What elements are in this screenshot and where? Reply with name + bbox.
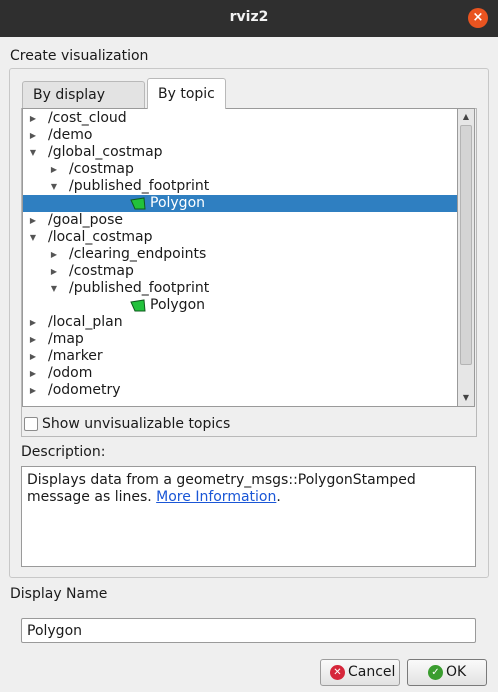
tree-row-label: /costmap [69, 161, 134, 177]
tree-row[interactable]: ▶ /local_plan [23, 314, 457, 331]
tree-row-label: /odom [48, 365, 93, 381]
expand-arrow-right-icon[interactable]: ▶ [49, 263, 59, 280]
tree-row[interactable]: ▶ /odom [23, 365, 457, 382]
tree-row-label: /global_costmap [48, 144, 163, 160]
tree-row[interactable]: Polygon [23, 195, 457, 212]
expand-arrow-down-icon[interactable]: ▼ [49, 280, 59, 297]
display-name-input[interactable] [21, 618, 476, 643]
tree-row-label: /marker [48, 348, 103, 364]
expand-arrow-down-icon[interactable]: ▼ [49, 178, 59, 195]
ok-icon: ✓ [428, 665, 443, 680]
tree-row[interactable]: ▶ /cost_cloud [23, 110, 457, 127]
scrollbar-thumb[interactable] [460, 125, 472, 365]
tree-row[interactable]: ▶ /marker [23, 348, 457, 365]
tree-row-label: /local_plan [48, 314, 123, 330]
topic-tree[interactable]: ▶/cost_cloud ▶/demo ▼/global_costmap ▶/cost… [22, 108, 458, 407]
scroll-down-icon[interactable]: ▼ [458, 391, 474, 405]
expand-arrow-down-icon[interactable]: ▼ [28, 144, 38, 161]
polygon-icon [130, 197, 146, 210]
tree-row-label: Polygon [150, 297, 206, 313]
tree-row-label: /cost_cloud [48, 110, 127, 126]
cancel-icon: ✕ [330, 665, 345, 680]
tree-row[interactable]: ▶ /goal_pose [23, 212, 457, 229]
cancel-button-label: Cancel [348, 664, 396, 680]
show-unvisualizable-label[interactable]: Show unvisualizable topics [42, 416, 230, 432]
window-titlebar: rviz2 × [0, 0, 498, 37]
section-title: Create visualization [10, 48, 149, 64]
display-name-label: Display Name [10, 586, 108, 602]
expand-arrow-right-icon[interactable]: ▶ [28, 382, 38, 399]
expand-arrow-right-icon[interactable]: ▶ [28, 110, 38, 127]
tree-row[interactable]: ▶ /clearing_endpoints [23, 246, 457, 263]
expand-arrow-right-icon[interactable]: ▶ [28, 331, 38, 348]
expand-arrow-right-icon[interactable]: ▶ [28, 348, 38, 365]
tree-row-label: /map [48, 331, 84, 347]
tree-row-label: /clearing_endpoints [69, 246, 207, 262]
expand-arrow-right-icon[interactable]: ▶ [28, 212, 38, 229]
tree-row[interactable]: ▼ /global_costmap [23, 144, 457, 161]
tree-row[interactable]: ▼ /published_footprint [23, 280, 457, 297]
scroll-up-icon[interactable]: ▲ [458, 110, 474, 124]
window-title: rviz2 [229, 9, 269, 25]
tree-row-label: Polygon [150, 195, 206, 211]
close-icon[interactable]: × [468, 8, 488, 28]
tree-row[interactable]: ▶ /demo [23, 127, 457, 144]
ok-button[interactable]: ✓ OK [407, 659, 487, 686]
tree-row[interactable]: ▼ /published_footprint [23, 178, 457, 195]
tree-row[interactable]: ▶ /odometry [23, 382, 457, 399]
expand-arrow-right-icon[interactable]: ▶ [28, 365, 38, 382]
expand-arrow-right-icon[interactable]: ▶ [49, 246, 59, 263]
tree-row-label: /published_footprint [69, 280, 210, 296]
expand-arrow-right-icon[interactable]: ▶ [28, 127, 38, 144]
show-unvisualizable-checkbox[interactable] [24, 417, 38, 431]
tree-row-label: /costmap [69, 263, 134, 279]
tree-scrollbar[interactable]: ▲ ▼ [458, 108, 475, 407]
tree-row-label: /local_costmap [48, 229, 153, 245]
expand-arrow-right-icon[interactable]: ▶ [49, 161, 59, 178]
description-label: Description: [21, 444, 106, 460]
tab-by-topic[interactable]: By topic [147, 78, 226, 109]
description-trailing: . [276, 489, 281, 505]
tree-row[interactable]: ▶ /costmap [23, 161, 457, 178]
ok-button-label: OK [446, 664, 467, 680]
tree-row-label: /goal_pose [48, 212, 123, 228]
tree-row-label: /odometry [48, 382, 121, 398]
tree-row[interactable]: ▶ /costmap [23, 263, 457, 280]
tree-row-label: /demo [48, 127, 93, 143]
expand-arrow-down-icon[interactable]: ▼ [28, 229, 38, 246]
tab-by-display-type[interactable]: By display type [22, 81, 145, 130]
tree-row[interactable]: Polygon [23, 297, 457, 314]
description-box: Displays data from a geometry_msgs::Poly… [21, 466, 476, 567]
tree-row[interactable]: ▶ /map [23, 331, 457, 348]
more-information-link[interactable]: More Information [156, 489, 276, 505]
tree-row-label: /published_footprint [69, 178, 210, 194]
expand-arrow-right-icon[interactable]: ▶ [28, 314, 38, 331]
cancel-button[interactable]: ✕ Cancel [320, 659, 400, 686]
polygon-icon [130, 299, 146, 312]
tree-row[interactable]: ▼ /local_costmap [23, 229, 457, 246]
